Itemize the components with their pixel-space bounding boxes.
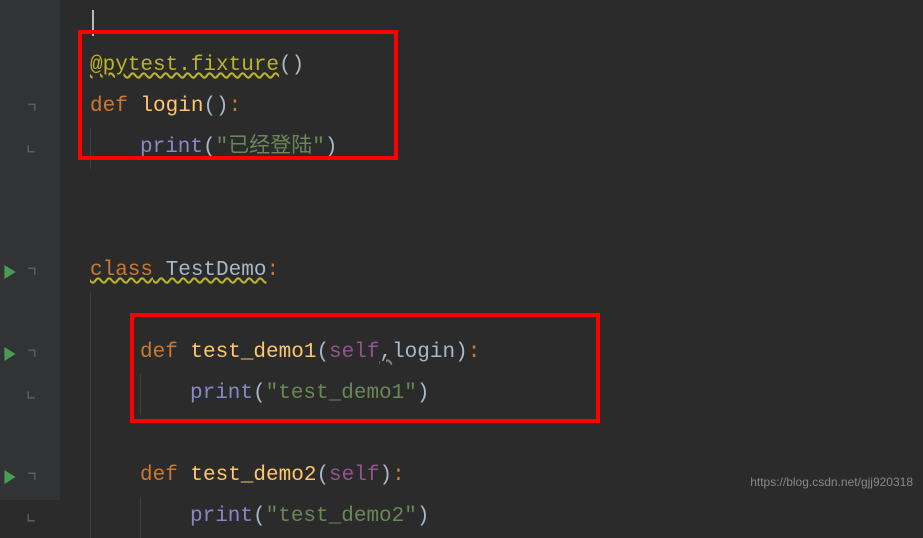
run-test-icon[interactable]	[0, 262, 20, 282]
string-literal: "test_demo1"	[266, 382, 417, 405]
code-line[interactable]: print("test_demo2")	[60, 497, 923, 538]
code-line[interactable]: def login():	[60, 87, 923, 128]
text-cursor	[92, 10, 94, 36]
paren: (	[203, 136, 216, 159]
self-keyword: self	[329, 464, 379, 487]
paren: (	[279, 54, 292, 77]
code-line[interactable]	[60, 415, 923, 456]
function-name: login	[128, 95, 204, 118]
function-name: test_demo2	[178, 464, 317, 487]
paren: (	[253, 382, 266, 405]
colon: :	[468, 341, 481, 364]
code-editor[interactable]: @pytest.fixture() def login(): print("已经…	[0, 0, 923, 538]
unfold-icon[interactable]	[25, 388, 38, 401]
fold-icon[interactable]	[25, 470, 38, 483]
self-keyword: self	[329, 341, 379, 364]
unfold-icon[interactable]	[25, 511, 38, 524]
paren: )	[379, 464, 392, 487]
paren: )	[417, 505, 430, 528]
keyword-class: class	[90, 259, 153, 282]
keyword-def: def	[140, 341, 178, 364]
code-line[interactable]: class TestDemo:	[60, 251, 923, 292]
param: login	[392, 341, 455, 364]
colon: :	[229, 95, 242, 118]
paren: )	[325, 136, 338, 159]
keyword-def: def	[90, 95, 128, 118]
code-line[interactable]	[60, 292, 923, 333]
unfold-icon[interactable]	[25, 142, 38, 155]
paren: (	[316, 464, 329, 487]
code-line[interactable]	[60, 210, 923, 251]
colon: :	[266, 259, 279, 282]
code-line[interactable]	[60, 5, 923, 46]
decorator-name: pytest.fixture	[103, 54, 279, 77]
builtin-print: print	[190, 382, 253, 405]
decorator-token: @	[90, 54, 103, 77]
watermark-text: https://blog.csdn.net/gjj920318	[750, 471, 913, 494]
paren: (	[253, 505, 266, 528]
code-line[interactable]: @pytest.fixture()	[60, 46, 923, 87]
class-name: TestDemo	[153, 259, 266, 282]
string-literal: "test_demo2"	[266, 505, 417, 528]
comma: ,	[379, 341, 392, 364]
builtin-print: print	[190, 505, 253, 528]
paren: )	[455, 341, 468, 364]
paren: ()	[203, 95, 228, 118]
fold-icon[interactable]	[25, 101, 38, 114]
run-test-icon[interactable]	[0, 467, 20, 487]
fold-icon[interactable]	[25, 347, 38, 360]
paren: (	[316, 341, 329, 364]
string-literal: "已经登陆"	[216, 136, 325, 159]
colon: :	[392, 464, 405, 487]
paren: )	[417, 382, 430, 405]
builtin-print: print	[140, 136, 203, 159]
fold-icon[interactable]	[25, 265, 38, 278]
code-line[interactable]: print("test_demo1")	[60, 374, 923, 415]
run-test-icon[interactable]	[0, 344, 20, 364]
code-line[interactable]: def test_demo1(self,login):	[60, 333, 923, 374]
code-line[interactable]	[60, 169, 923, 210]
keyword-def: def	[140, 464, 178, 487]
code-line[interactable]: print("已经登陆")	[60, 128, 923, 169]
function-name: test_demo1	[178, 341, 317, 364]
paren: )	[292, 54, 305, 77]
